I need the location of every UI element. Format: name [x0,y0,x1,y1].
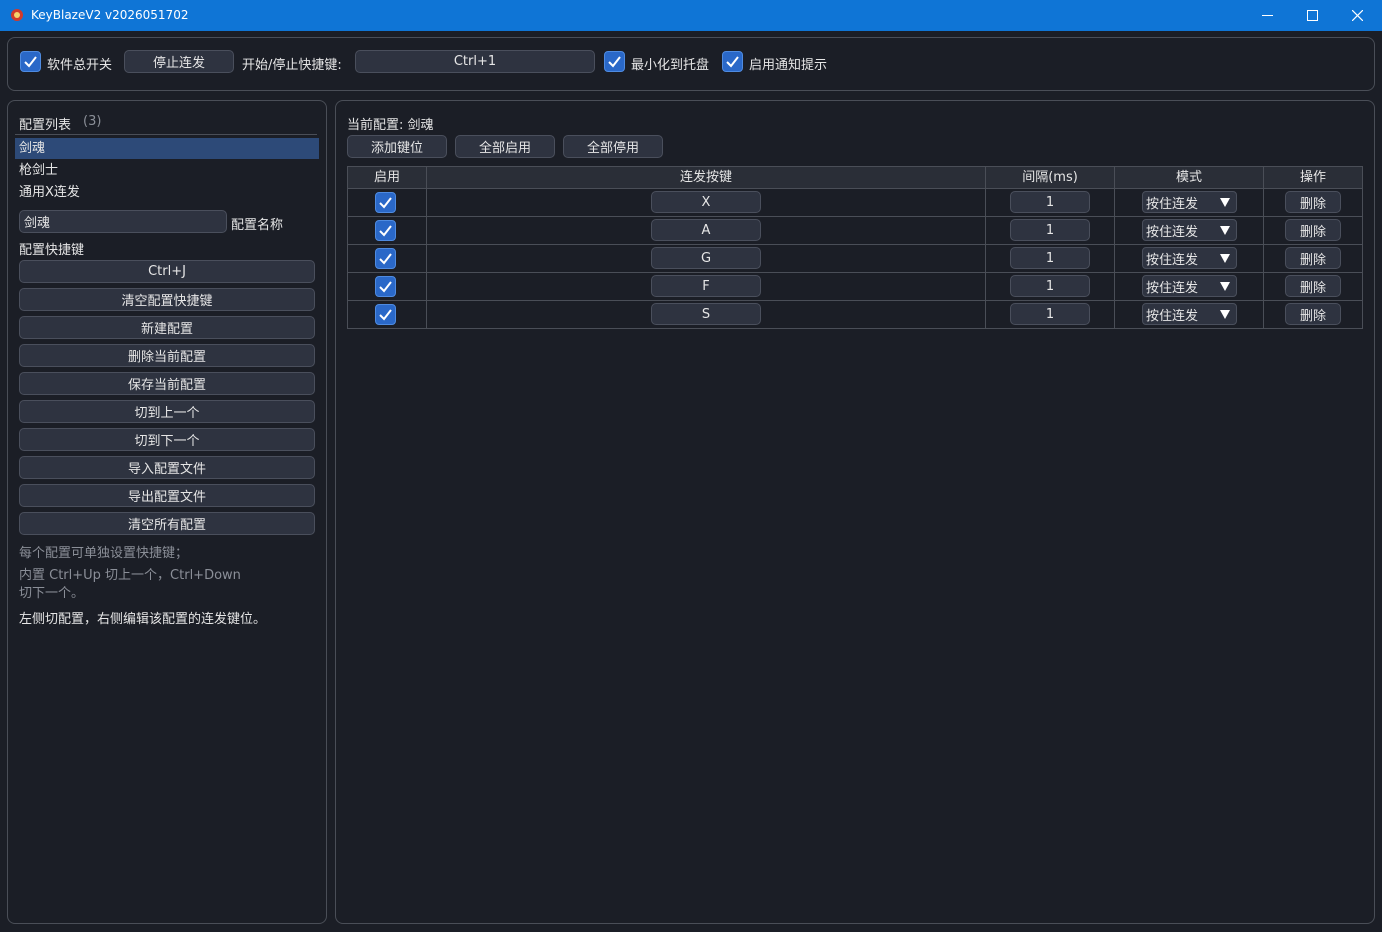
hotkey-label: 开始/停止快捷键: [242,58,342,73]
row-interval-field[interactable]: 1 [1010,219,1090,241]
checkmark-icon [608,56,621,68]
column-header-interval: 间隔(ms) [986,167,1115,188]
row-mode-select[interactable]: 按住连发 [1142,247,1237,269]
checkmark-icon [379,309,392,321]
minimize-icon [1262,15,1273,16]
row-mode-value: 按住连发 [1146,252,1199,268]
app-logo-icon [11,9,23,21]
row-mode-select[interactable]: 按住连发 [1142,191,1237,213]
clear-hotkey-button[interactable]: 清空配置快捷键 [19,288,315,311]
row-enabled-checkbox[interactable] [375,220,396,241]
row-mode-select[interactable]: 按住连发 [1142,275,1237,297]
hint-text: 每个配置可单独设置快捷键； [19,546,189,561]
row-mode-select[interactable]: 按住连发 [1142,303,1237,325]
add-key-button[interactable]: 添加键位 [347,135,447,158]
hint-text: 左侧切配置，右侧编辑该配置的连发键位。 [19,612,267,627]
notify-checkbox[interactable] [722,51,743,72]
column-header-mode: 模式 [1115,167,1264,188]
master-switch-checkbox[interactable] [20,51,41,72]
column-header-key: 连发按键 [427,167,986,188]
row-enabled-checkbox[interactable] [375,276,396,297]
title-bar: KeyBlazeV2 v2026051702 [0,0,1382,31]
row-enabled-checkbox[interactable] [375,304,396,325]
config-list-item[interactable]: 枪剑士 [15,160,319,181]
config-name-label: 配置名称 [231,218,284,233]
dropdown-arrow-icon [1220,198,1230,207]
row-delete-button[interactable]: 删除 [1285,219,1341,241]
row-key-field[interactable]: A [651,219,761,241]
maximize-button[interactable] [1290,0,1335,31]
column-header-enabled: 启用 [348,167,427,188]
dropdown-arrow-icon [1220,254,1230,263]
row-key-field[interactable]: G [651,247,761,269]
checkmark-icon [726,56,739,68]
config-list-item[interactable]: 剑魂 [15,138,319,159]
clear-all-configs-button[interactable]: 清空所有配置 [19,512,315,535]
row-mode-value: 按住连发 [1146,280,1199,296]
dropdown-arrow-icon [1220,226,1230,235]
global-hotkey-field[interactable]: Ctrl+1 [355,50,595,73]
table-row: G 1 按住连发 删除 [347,245,1363,273]
checkmark-icon [24,56,37,68]
config-list-title: 配置列表 [19,118,72,133]
config-name-input[interactable]: 剑魂 [19,210,227,233]
next-config-button[interactable]: 切到下一个 [19,428,315,451]
config-list-item[interactable]: 通用X连发 [15,182,319,203]
minimize-tray-label: 最小化到托盘 [631,58,710,73]
checkmark-icon [379,281,392,293]
row-key-field[interactable]: F [651,275,761,297]
divider [15,134,317,135]
row-key-field[interactable]: X [651,191,761,213]
dropdown-arrow-icon [1220,310,1230,319]
row-delete-button[interactable]: 删除 [1285,247,1341,269]
save-config-button[interactable]: 保存当前配置 [19,372,315,395]
row-mode-value: 按住连发 [1146,308,1199,324]
checkmark-icon [379,253,392,265]
row-mode-value: 按住连发 [1146,224,1199,240]
hint-text: 切下一个。 [19,586,85,601]
new-config-button[interactable]: 新建配置 [19,316,315,339]
window-title: KeyBlazeV2 v2026051702 [31,8,189,22]
row-mode-value: 按住连发 [1146,196,1199,212]
disable-all-button[interactable]: 全部停用 [563,135,663,158]
close-button[interactable] [1335,0,1380,31]
dropdown-arrow-icon [1220,282,1230,291]
row-delete-button[interactable]: 删除 [1285,191,1341,213]
stop-button[interactable]: 停止连发 [124,50,234,73]
checkmark-icon [379,225,392,237]
row-key-field[interactable]: S [651,303,761,325]
row-mode-select[interactable]: 按住连发 [1142,219,1237,241]
row-interval-field[interactable]: 1 [1010,247,1090,269]
row-interval-field[interactable]: 1 [1010,303,1090,325]
row-delete-button[interactable]: 删除 [1285,275,1341,297]
row-delete-button[interactable]: 删除 [1285,303,1341,325]
export-config-button[interactable]: 导出配置文件 [19,484,315,507]
close-icon [1352,10,1363,21]
master-switch-label: 软件总开关 [47,58,113,73]
maximize-icon [1307,10,1318,21]
delete-config-button[interactable]: 删除当前配置 [19,344,315,367]
table-row: X 1 按住连发 删除 [347,189,1363,217]
checkmark-icon [379,197,392,209]
hint-text: 内置 Ctrl+Up 切上一个，Ctrl+Down [19,568,241,583]
current-config-label: 当前配置: 剑魂 [347,118,434,133]
table-row: S 1 按住连发 删除 [347,301,1363,329]
minimize-button[interactable] [1245,0,1290,31]
config-hotkey-title: 配置快捷键 [19,243,85,258]
table-row: A 1 按住连发 删除 [347,217,1363,245]
enable-all-button[interactable]: 全部启用 [455,135,555,158]
column-header-action: 操作 [1299,170,1326,185]
row-enabled-checkbox[interactable] [375,192,396,213]
row-enabled-checkbox[interactable] [375,248,396,269]
config-count: (3) [83,114,102,129]
import-config-button[interactable]: 导入配置文件 [19,456,315,479]
notify-label: 启用通知提示 [749,58,828,73]
row-interval-field[interactable]: 1 [1010,191,1090,213]
row-interval-field[interactable]: 1 [1010,275,1090,297]
prev-config-button[interactable]: 切到上一个 [19,400,315,423]
table-row: F 1 按住连发 删除 [347,273,1363,301]
minimize-tray-checkbox[interactable] [604,51,625,72]
config-hotkey-field[interactable]: Ctrl+J [19,260,315,283]
table-header: 启用 连发按键 间隔(ms) 模式 操作 [347,166,1363,189]
